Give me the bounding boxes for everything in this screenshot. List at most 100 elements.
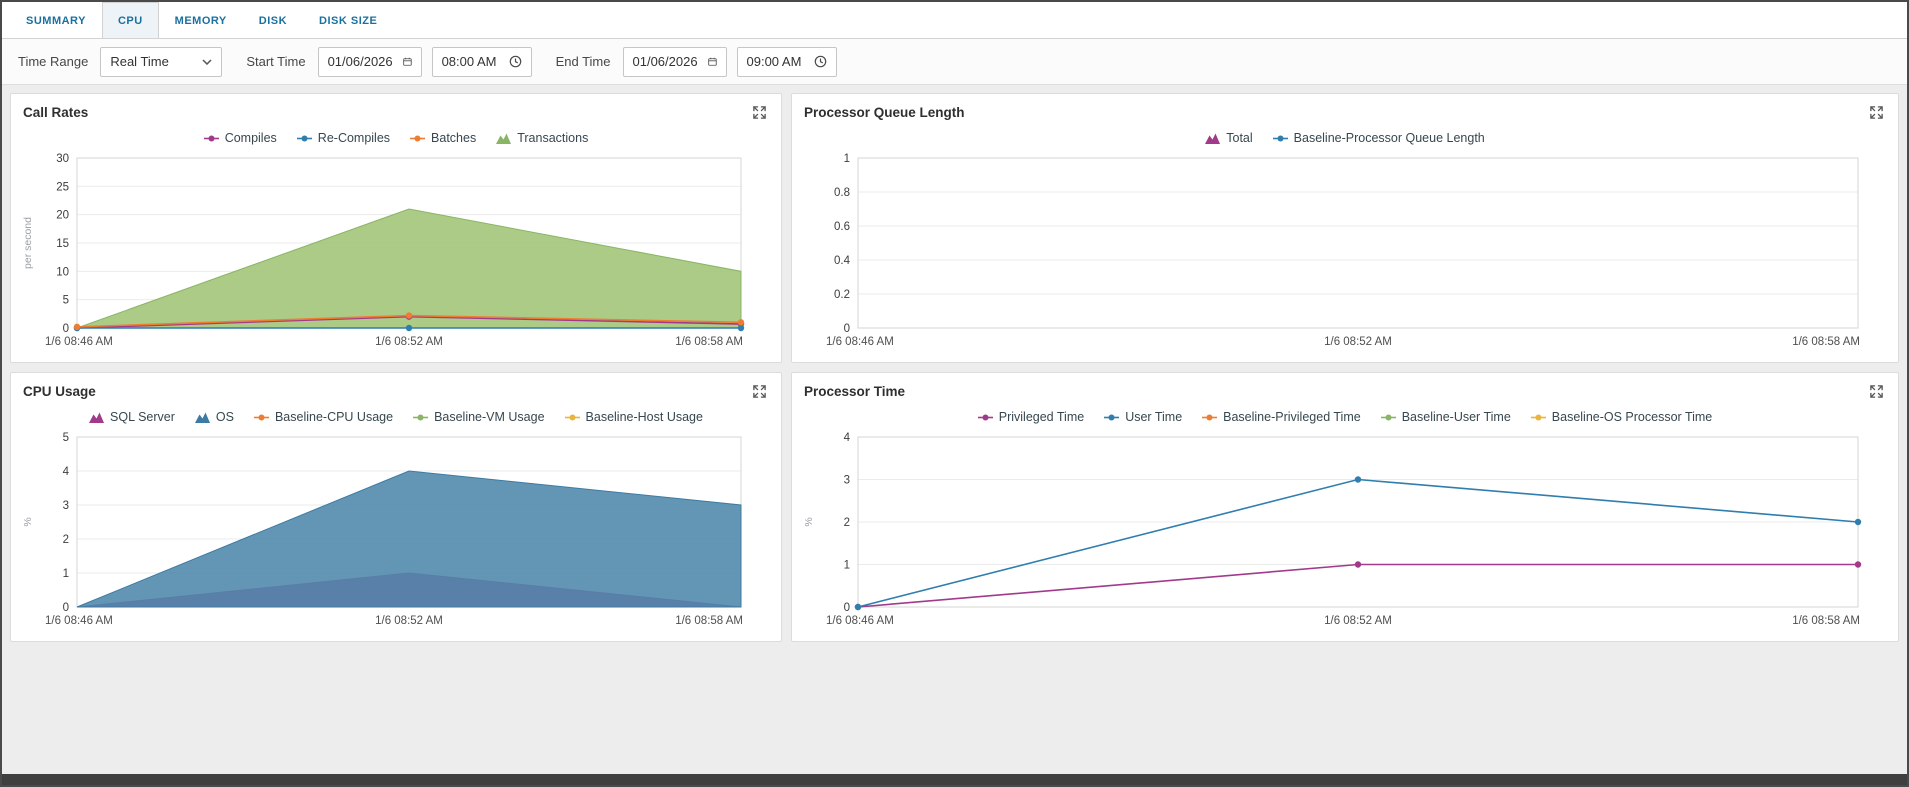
tab-memory[interactable]: MEMORY	[159, 2, 243, 38]
legend-item[interactable]: Privileged Time	[978, 410, 1084, 424]
line-series-icon	[1381, 412, 1396, 423]
panel-title: Processor Time	[804, 384, 905, 399]
panel-title: CPU Usage	[23, 384, 96, 399]
chart-canvas: 01234%1/6 08:46 AM1/6 08:52 AM1/6 08:58 …	[796, 429, 1890, 642]
legend: Privileged Time User Time Baseline-Privile…	[792, 403, 1898, 427]
filter-bar: Time Range Real Time Start Time 01/06/20…	[2, 39, 1907, 85]
panel-call-rates: Call Rates Compiles Re-Compiles Batches Tra…	[10, 93, 782, 363]
expand-button[interactable]	[750, 103, 769, 122]
svg-text:0.4: 0.4	[834, 255, 851, 267]
legend: Total Baseline-Processor Queue Length	[792, 124, 1898, 148]
legend-item[interactable]: Total	[1205, 131, 1252, 145]
tab-disk[interactable]: DISK	[243, 2, 303, 38]
legend-label: Baseline-Privileged Time	[1223, 410, 1361, 424]
start-date-input[interactable]: 01/06/2026	[318, 47, 422, 77]
panel-processor-queue-length: Processor Queue Length Total Baseline-Pro…	[791, 93, 1899, 363]
tab-bar: SUMMARY CPU MEMORY DISK DISK SIZE	[2, 2, 1907, 39]
time-range-value: Real Time	[110, 54, 169, 69]
line-series-icon	[1104, 412, 1119, 423]
tab-disk-size[interactable]: DISK SIZE	[303, 2, 393, 38]
legend: SQL Server OS Baseline-CPU Usage Baseline-V…	[11, 403, 781, 427]
start-time-input[interactable]: 08:00 AM	[432, 47, 532, 77]
svg-text:1/6 08:58 AM: 1/6 08:58 AM	[675, 336, 743, 348]
svg-text:10: 10	[56, 266, 69, 278]
svg-text:1: 1	[844, 560, 850, 572]
legend-item[interactable]: SQL Server	[89, 410, 175, 424]
line-series-icon	[1202, 412, 1217, 423]
panel-title: Call Rates	[23, 105, 88, 120]
svg-text:%: %	[803, 517, 815, 526]
legend-item[interactable]: Compiles	[204, 131, 277, 145]
svg-text:30: 30	[56, 153, 69, 165]
calendar-icon	[708, 55, 717, 68]
legend-label: Baseline-CPU Usage	[275, 410, 393, 424]
legend-item[interactable]: OS	[195, 410, 234, 424]
legend-item[interactable]: Baseline-User Time	[1381, 410, 1511, 424]
svg-text:0: 0	[844, 323, 850, 335]
legend-item[interactable]: Transactions	[496, 131, 588, 145]
line-series-icon	[204, 133, 219, 144]
expand-button[interactable]	[1867, 382, 1886, 401]
svg-text:20: 20	[56, 210, 69, 222]
chart-canvas: 012345%1/6 08:46 AM1/6 08:52 AM1/6 08:58…	[15, 429, 773, 642]
line-series-icon	[1531, 412, 1546, 423]
dashboard-grid: Call Rates Compiles Re-Compiles Batches Tra…	[2, 85, 1907, 774]
legend-label: Re-Compiles	[318, 131, 390, 145]
legend-item[interactable]: Baseline-Processor Queue Length	[1273, 131, 1485, 145]
legend-label: Privileged Time	[999, 410, 1084, 424]
svg-text:1: 1	[63, 568, 69, 580]
svg-text:2: 2	[844, 517, 850, 529]
legend-label: Total	[1226, 131, 1252, 145]
panel-title: Processor Queue Length	[804, 105, 965, 120]
chart-canvas: 00.20.40.60.811/6 08:46 AM1/6 08:52 AM1/…	[796, 150, 1890, 363]
tab-summary[interactable]: SUMMARY	[10, 2, 102, 38]
svg-text:1/6 08:58 AM: 1/6 08:58 AM	[675, 615, 743, 627]
line-series-icon	[565, 412, 580, 423]
end-time-input[interactable]: 09:00 AM	[737, 47, 837, 77]
window-bottom-bar	[2, 774, 1907, 785]
expand-button[interactable]	[1867, 103, 1886, 122]
legend-item[interactable]: Baseline-CPU Usage	[254, 410, 393, 424]
svg-text:0.2: 0.2	[834, 289, 850, 301]
chevron-down-icon	[202, 59, 212, 65]
expand-icon	[752, 384, 767, 399]
svg-text:1: 1	[844, 153, 850, 165]
svg-text:5: 5	[63, 295, 69, 307]
legend-label: Baseline-Host Usage	[586, 410, 703, 424]
panel-cpu-usage: CPU Usage SQL Server OS Baseline-CPU Usage…	[10, 372, 782, 642]
svg-text:4: 4	[63, 466, 70, 478]
chart-canvas: 051015202530per second1/6 08:46 AM1/6 08…	[15, 150, 773, 363]
svg-text:1/6 08:52 AM: 1/6 08:52 AM	[1324, 336, 1392, 348]
end-date-input[interactable]: 01/06/2026	[623, 47, 727, 77]
area-series-icon	[1205, 133, 1220, 144]
svg-text:1/6 08:52 AM: 1/6 08:52 AM	[375, 336, 443, 348]
legend-item[interactable]: User Time	[1104, 410, 1182, 424]
line-series-icon	[413, 412, 428, 423]
svg-text:1/6 08:46 AM: 1/6 08:46 AM	[826, 336, 894, 348]
svg-text:0: 0	[63, 602, 69, 614]
legend-label: Baseline-OS Processor Time	[1552, 410, 1712, 424]
app-window: SUMMARY CPU MEMORY DISK DISK SIZE Time R…	[0, 0, 1909, 787]
line-series-icon	[254, 412, 269, 423]
legend-item[interactable]: Re-Compiles	[297, 131, 390, 145]
legend-item[interactable]: Baseline-Host Usage	[565, 410, 703, 424]
line-series-icon	[297, 133, 312, 144]
legend-label: Baseline-VM Usage	[434, 410, 544, 424]
legend-item[interactable]: Batches	[410, 131, 476, 145]
start-date-value: 01/06/2026	[328, 54, 393, 69]
line-series-icon	[978, 412, 993, 423]
tab-cpu[interactable]: CPU	[102, 2, 159, 38]
svg-text:2: 2	[63, 534, 69, 546]
clock-icon	[814, 55, 827, 68]
expand-button[interactable]	[750, 382, 769, 401]
legend: Compiles Re-Compiles Batches Transactions	[11, 124, 781, 148]
svg-text:0.8: 0.8	[834, 187, 850, 199]
start-time-value: 08:00 AM	[442, 54, 497, 69]
legend-item[interactable]: Baseline-VM Usage	[413, 410, 544, 424]
legend-item[interactable]: Baseline-Privileged Time	[1202, 410, 1361, 424]
legend-item[interactable]: Baseline-OS Processor Time	[1531, 410, 1712, 424]
svg-text:1/6 08:46 AM: 1/6 08:46 AM	[826, 615, 894, 627]
svg-text:1/6 08:52 AM: 1/6 08:52 AM	[375, 615, 443, 627]
svg-text:1/6 08:46 AM: 1/6 08:46 AM	[45, 615, 113, 627]
time-range-select[interactable]: Real Time	[100, 47, 222, 77]
